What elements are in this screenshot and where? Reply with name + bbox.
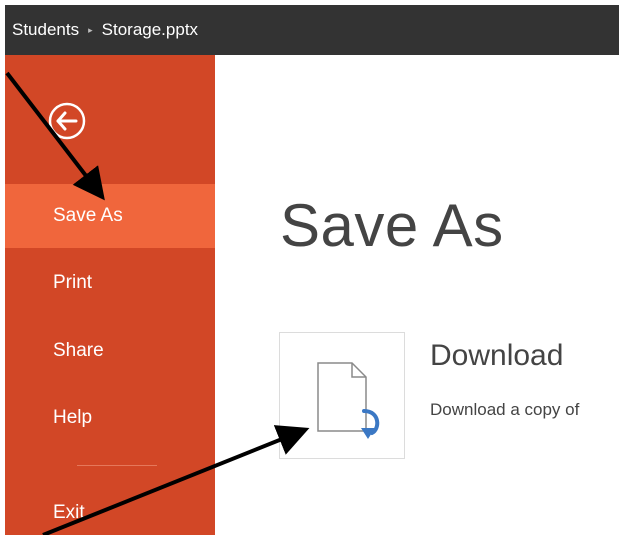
main-panel: Save As Download Download a copy of (215, 55, 619, 535)
sidebar-item-print[interactable]: Print (5, 251, 215, 315)
sidebar-item-share[interactable]: Share (5, 319, 215, 383)
breadcrumb-separator-icon: ▸ (88, 24, 93, 35)
sidebar-item-save-as[interactable]: Save As (5, 184, 215, 248)
app-window: Students ▸ Storage.pptx Save As Print Sh… (0, 0, 619, 535)
sidebar-divider (77, 465, 157, 466)
sidebar-item-exit[interactable]: Exit (5, 481, 215, 535)
title-bar: Students ▸ Storage.pptx (5, 5, 619, 55)
back-button[interactable] (48, 102, 86, 140)
download-button[interactable] (279, 332, 405, 459)
page-title: Save As (280, 192, 504, 259)
download-title[interactable]: Download (430, 339, 563, 373)
download-document-icon (317, 362, 380, 439)
breadcrumb-file: Storage.pptx (101, 20, 199, 39)
download-description: Download a copy of (430, 400, 580, 419)
sidebar-item-help[interactable]: Help (5, 386, 215, 450)
back-arrow-circle-icon (48, 102, 86, 140)
breadcrumb-folder[interactable]: Students (12, 20, 79, 40)
backstage-sidebar: Save As Print Share Help Exit (5, 55, 215, 535)
